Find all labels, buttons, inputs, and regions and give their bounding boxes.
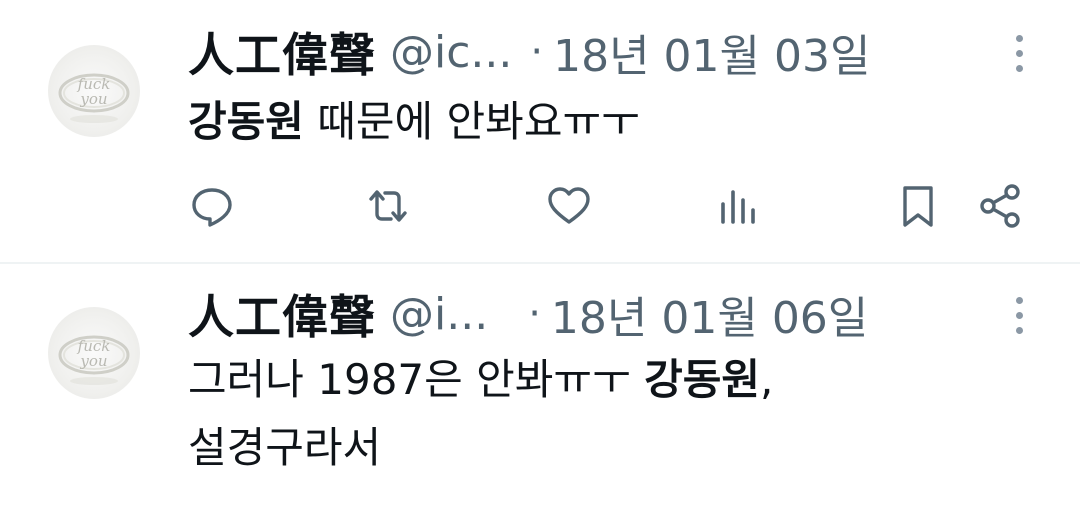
share-button[interactable] [976, 182, 1024, 230]
ring-avatar-icon: fuck you [58, 335, 130, 385]
avatar[interactable]: fuck you [48, 45, 140, 137]
separator-dot: · [528, 291, 541, 337]
views-button[interactable] [714, 182, 762, 230]
reply-button[interactable] [188, 182, 236, 230]
svg-text:you: you [79, 90, 107, 108]
tweet-text: 그러나 1987은 안봐ㅠㅜ 강동원, 설경구라서 [188, 346, 773, 482]
like-icon [548, 187, 590, 224]
tweet-date[interactable]: 18년 01월 06일 [551, 282, 868, 346]
tweet-text-line: 설경구라서 [188, 414, 773, 482]
tweet-text-bold: 강동원 [188, 97, 304, 146]
tweet-date[interactable]: 18년 01월 03일 [553, 20, 870, 84]
tweet[interactable]: fuck you 人工偉聲 @ic... · 18년 01월 03일 강동원 때… [0, 0, 1080, 262]
action-bar [188, 182, 1028, 230]
retweet-icon [369, 190, 407, 222]
bookmark-button[interactable] [894, 182, 942, 230]
bookmark-icon [903, 186, 933, 227]
display-name[interactable]: 人工偉聲 [188, 19, 376, 85]
tweet-header: 人工偉聲 @ic... · 18년 01월 03일 [188, 20, 870, 84]
share-icon [980, 184, 1020, 228]
tweet-text-regular: , [759, 355, 774, 404]
separator-dot: · [530, 29, 544, 75]
reply-icon [192, 188, 232, 227]
views-icon [721, 190, 755, 224]
like-button[interactable] [545, 182, 593, 230]
display-name[interactable]: 人工偉聲 [188, 281, 376, 347]
tweet[interactable]: fuck you 人工偉聲 @i... · 18년 01월 06일 그러나 19… [0, 262, 1080, 511]
tweet-text-regular: 설경구라서 [188, 423, 382, 472]
tweet-text-bold: 강동원 [644, 355, 760, 404]
more-options-icon[interactable] [1008, 294, 1032, 338]
user-handle[interactable]: @i... [390, 289, 488, 340]
more-options-icon[interactable] [1008, 32, 1032, 76]
tweet-text-line: 그러나 1987은 안봐ㅠㅜ 강동원, [188, 346, 773, 414]
tweet-text-regular: 때문에 안봐요ㅠㅜ [303, 97, 640, 146]
ring-avatar-icon: fuck you [58, 73, 130, 123]
tweet-text: 강동원 때문에 안봐요ㅠㅜ [188, 88, 640, 156]
retweet-button[interactable] [364, 182, 412, 230]
avatar[interactable]: fuck you [48, 307, 140, 399]
user-handle[interactable]: @ic... [390, 27, 512, 78]
tweet-header: 人工偉聲 @i... · 18년 01월 06일 [188, 282, 868, 346]
tweet-text-regular: 그러나 1987은 안봐ㅠㅜ [188, 355, 645, 404]
svg-text:you: you [79, 352, 107, 370]
